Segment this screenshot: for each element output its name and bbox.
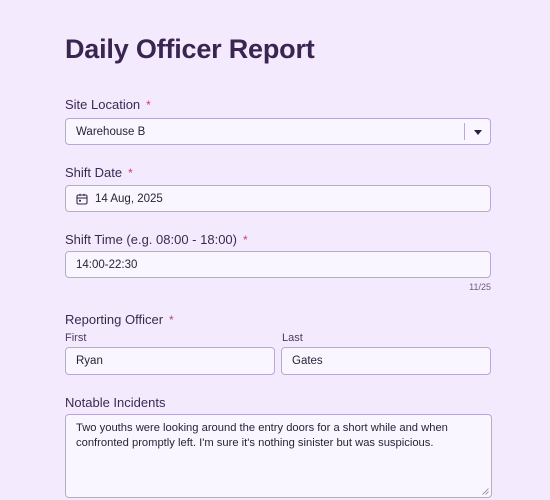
notable-incidents-textarea[interactable]: Two youths were looking around the entry… (65, 414, 492, 498)
site-location-label-text: Site Location (65, 97, 141, 112)
page-title: Daily Officer Report (65, 34, 315, 64)
notable-incidents-label: Notable Incidents (65, 395, 166, 410)
last-name-input[interactable]: Gates (281, 347, 491, 375)
required-mark: * (242, 233, 248, 247)
shift-time-label: Shift Time (e.g. 08:00 - 18:00) * (65, 232, 248, 247)
reporting-officer-label-text: Reporting Officer (65, 312, 164, 327)
required-mark: * (146, 98, 151, 112)
shift-time-value: 14:00-22:30 (76, 258, 138, 271)
first-name-input[interactable]: Ryan (65, 347, 275, 375)
shift-date-value: 14 Aug, 2025 (95, 192, 163, 205)
required-mark: * (169, 313, 174, 327)
select-divider (464, 123, 465, 140)
reporting-officer-label: Reporting Officer * (65, 312, 174, 327)
last-name-label: Last (282, 332, 303, 344)
calendar-icon (76, 193, 88, 205)
shift-date-label-text: Shift Date (65, 165, 123, 180)
site-location-select[interactable]: Warehouse B (65, 118, 491, 145)
shift-date-input[interactable]: 14 Aug, 2025 (65, 185, 491, 212)
shift-time-input[interactable]: 14:00-22:30 (65, 251, 491, 278)
character-counter: 11/25 (469, 282, 491, 292)
first-name-label: First (65, 332, 87, 344)
notable-incidents-value: Two youths were looking around the entry… (76, 422, 448, 449)
site-location-value: Warehouse B (76, 125, 146, 138)
required-mark: * (128, 166, 133, 180)
chevron-down-icon[interactable] (474, 130, 482, 135)
first-name-value: Ryan (76, 355, 103, 367)
report-form: Daily Officer Report Site Location * Ware… (0, 0, 550, 500)
shift-time-label-text: Shift Time (e.g. 08:00 - 18:00) (65, 232, 237, 247)
resize-handle-icon[interactable] (482, 488, 489, 495)
site-location-label: Site Location * (65, 97, 151, 112)
last-name-value: Gates (292, 355, 323, 367)
shift-date-label: Shift Date * (65, 165, 133, 180)
